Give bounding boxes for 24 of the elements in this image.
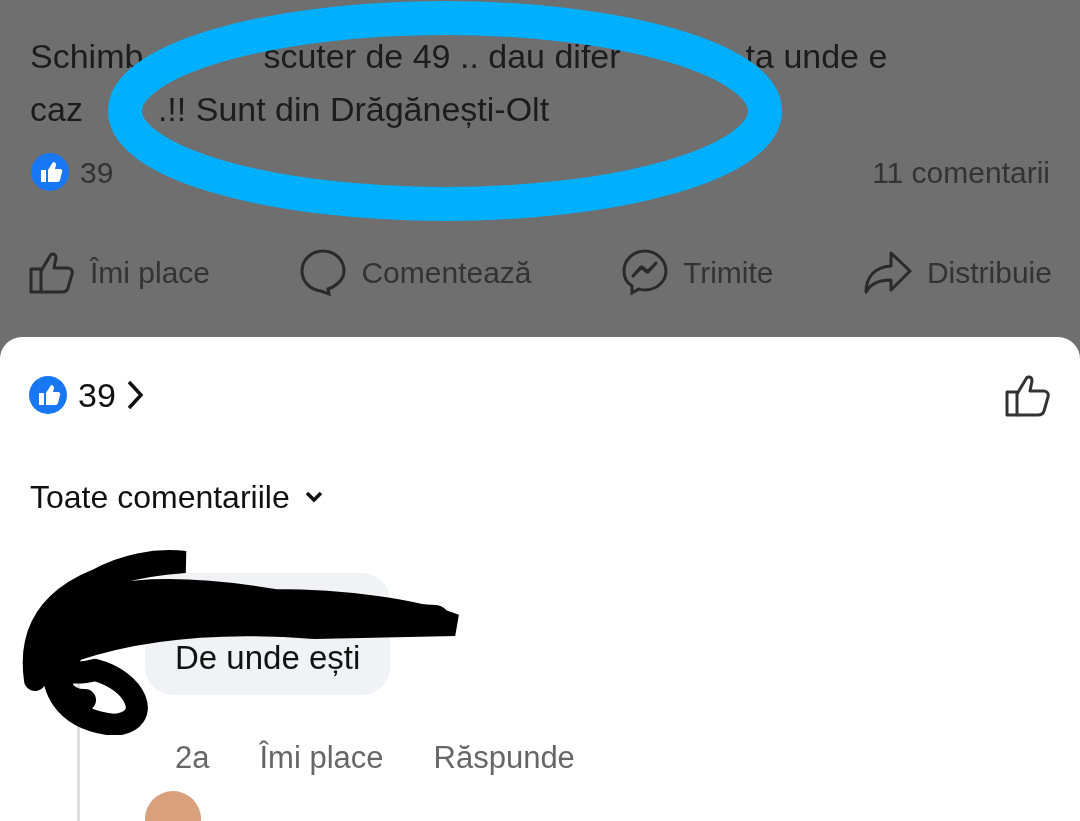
comments-count[interactable]: 11 comentarii	[872, 149, 1050, 195]
like-link[interactable]: Îmi place	[259, 734, 384, 781]
reaction-count[interactable]: 39	[80, 149, 114, 195]
messenger-icon	[620, 248, 669, 296]
chevron-right-icon	[125, 379, 144, 411]
post-text: scuter de 49 .. dau difer	[263, 36, 621, 77]
post-text: Schimb	[30, 36, 144, 77]
comment-time: 2a	[175, 738, 210, 777]
like-reaction-icon	[28, 375, 68, 415]
share-arrow-icon	[862, 250, 913, 294]
thumbs-up-icon[interactable]	[1004, 372, 1052, 418]
comment-button[interactable]: Comentează	[299, 248, 532, 296]
comment-filter-dropdown[interactable]: Toate comentariile	[30, 473, 324, 521]
reply-link[interactable]: Răspunde	[433, 734, 575, 781]
send-button[interactable]: Trimite	[620, 248, 774, 296]
caret-icon	[303, 490, 324, 504]
post-text: caz	[30, 89, 83, 130]
thumbs-up-icon	[28, 249, 76, 295]
share-button[interactable]: Distribuie	[862, 249, 1052, 295]
speech-bubble-icon	[299, 248, 348, 296]
reaction-count[interactable]: 39	[78, 369, 116, 421]
post-text: .!! Sunt din Drăgănești-Olt	[157, 89, 550, 130]
like-reaction-icon	[30, 152, 70, 192]
like-button[interactable]: Îmi place	[28, 249, 211, 295]
